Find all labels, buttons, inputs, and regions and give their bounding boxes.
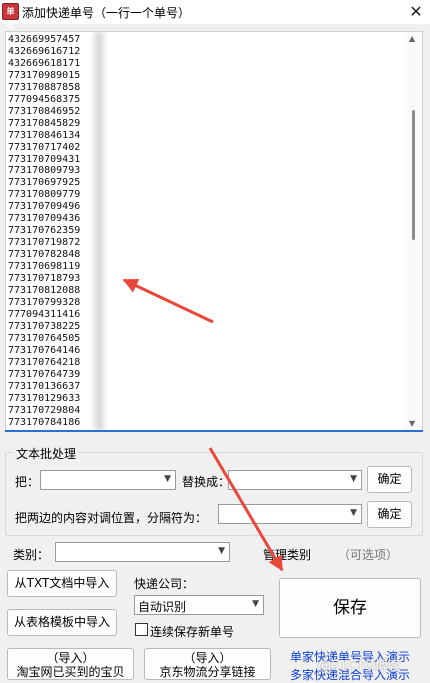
tracking-number-line: 773170709496 bbox=[8, 201, 81, 213]
tracking-number-line: 773170764505 bbox=[8, 332, 81, 344]
tracking-number-line: 773170136637 bbox=[8, 380, 81, 392]
tracking-number-line: 773170697925 bbox=[8, 177, 81, 189]
optional-hint: （可选项） bbox=[338, 548, 399, 562]
tracking-number-line: 773170799328 bbox=[8, 296, 81, 308]
import-taobao-button[interactable]: （导入） 淘宝网已买到的宝贝 bbox=[7, 648, 134, 680]
tracking-number-line: 773170989015 bbox=[8, 69, 81, 81]
close-button[interactable]: ✕ bbox=[402, 0, 430, 24]
replace-from-label: 把： bbox=[15, 475, 40, 489]
tracking-number-line: 773170845829 bbox=[8, 117, 81, 129]
replace-to-combo[interactable]: ▼ bbox=[228, 470, 362, 490]
continue-save-label: 连续保存新单号 bbox=[150, 625, 235, 639]
import-taobao-line1: （导入） bbox=[46, 651, 95, 665]
scrollbar-thumb[interactable] bbox=[412, 110, 415, 240]
scroll-up-icon[interactable]: ▲ bbox=[409, 34, 415, 43]
import-jd-line1: （导入） bbox=[183, 651, 232, 665]
tracking-number-line: 432669618171 bbox=[8, 57, 81, 69]
scroll-down-icon[interactable]: ▼ bbox=[409, 419, 415, 428]
textarea-focus-underline bbox=[5, 430, 423, 432]
privacy-blur-mask bbox=[92, 32, 106, 430]
confirm-replace-button[interactable]: 确定 bbox=[367, 466, 412, 493]
replace-from-combo[interactable]: ▼ bbox=[40, 470, 176, 490]
tracking-number-line: 432669957457 bbox=[8, 34, 81, 45]
tracking-number-line: 773170784186 bbox=[8, 416, 81, 428]
tracking-number-line: 773170729804 bbox=[8, 404, 81, 416]
tracking-number-line: 773170782848 bbox=[8, 249, 81, 261]
import-taobao-line2: 淘宝网已买到的宝贝 bbox=[16, 665, 125, 679]
tracking-number-line: 773170764739 bbox=[8, 368, 81, 380]
import-txt-button[interactable]: 从TXT文档中导入 bbox=[7, 570, 117, 597]
chevron-down-icon: ▼ bbox=[164, 474, 171, 484]
tracking-number-textarea[interactable]: 432669957457 432669616712 432669618171 7731… bbox=[5, 31, 423, 431]
chevron-down-icon: ▼ bbox=[350, 474, 357, 484]
category-label: 类别： bbox=[13, 548, 50, 562]
import-jd-line2: 京东物流分享链接 bbox=[159, 665, 256, 679]
tracking-number-line: 773170709436 bbox=[8, 213, 81, 225]
manage-category-link[interactable]: 管理类别 bbox=[263, 546, 311, 563]
tracking-number-line: 773170812088 bbox=[8, 285, 81, 297]
confirm-swap-button[interactable]: 确定 bbox=[367, 501, 412, 528]
tracking-number-line: 773170846134 bbox=[8, 129, 81, 141]
import-template-button[interactable]: 从表格模板中导入 bbox=[7, 609, 117, 636]
chevron-down-icon: ▼ bbox=[350, 508, 357, 518]
tracking-number-line: 773170698119 bbox=[8, 261, 81, 273]
save-button[interactable]: 保存 bbox=[279, 578, 421, 638]
watermark: @51CTO博客 bbox=[318, 659, 401, 674]
import-jd-button[interactable]: （导入） 京东物流分享链接 bbox=[144, 648, 271, 680]
tracking-number-line: 773170887858 bbox=[8, 81, 81, 93]
tracking-number-line: 432669616712 bbox=[8, 45, 81, 57]
tracking-number-lines: 432669957457 432669616712 432669618171 7731… bbox=[8, 34, 80, 428]
window-title: 添加快递单号（一行一个单号） bbox=[22, 6, 191, 20]
swap-separator-label: 把两边的内容对调位置，分隔符为： bbox=[15, 511, 208, 525]
app-icon: 单号 bbox=[2, 3, 19, 31]
tracking-number-line: 773170718793 bbox=[8, 273, 81, 285]
tracking-number-line: 773170809793 bbox=[8, 165, 81, 177]
tracking-number-line: 773170717402 bbox=[8, 141, 81, 153]
separator-combo[interactable]: ▼ bbox=[218, 504, 362, 524]
replace-to-label: 替换成： bbox=[182, 475, 231, 489]
courier-label: 快递公司： bbox=[134, 577, 195, 591]
tracking-number-line: 777094311416 bbox=[8, 308, 81, 320]
title-bar: 单号 添加快递单号（一行一个单号） ✕ bbox=[0, 0, 430, 31]
courier-select[interactable]: 自动识别 ▼ bbox=[134, 595, 264, 615]
courier-selected: 自动识别 bbox=[138, 600, 187, 614]
tracking-number-line: 773170846952 bbox=[8, 105, 81, 117]
tracking-number-line: 773170764146 bbox=[8, 344, 81, 356]
tracking-number-line: 773170809779 bbox=[8, 189, 81, 201]
tracking-number-line: 773170764218 bbox=[8, 356, 81, 368]
vertical-scrollbar[interactable]: ▲ ▼ bbox=[405, 32, 422, 430]
tracking-number-line: 773170129633 bbox=[8, 392, 81, 404]
continue-save-checkbox[interactable] bbox=[135, 623, 148, 636]
tracking-number-line: 773170762359 bbox=[8, 225, 81, 237]
tracking-number-line: 773170738225 bbox=[8, 320, 81, 332]
tracking-number-line: 773170709431 bbox=[8, 153, 81, 165]
batch-group-title: 文本批处理 bbox=[14, 445, 79, 462]
category-combo[interactable]: ▼ bbox=[55, 542, 230, 562]
tracking-number-line: 773170719872 bbox=[8, 237, 81, 249]
chevron-down-icon: ▼ bbox=[218, 546, 225, 556]
chevron-down-icon: ▼ bbox=[252, 599, 259, 609]
tracking-number-line: 777094568375 bbox=[8, 93, 81, 105]
